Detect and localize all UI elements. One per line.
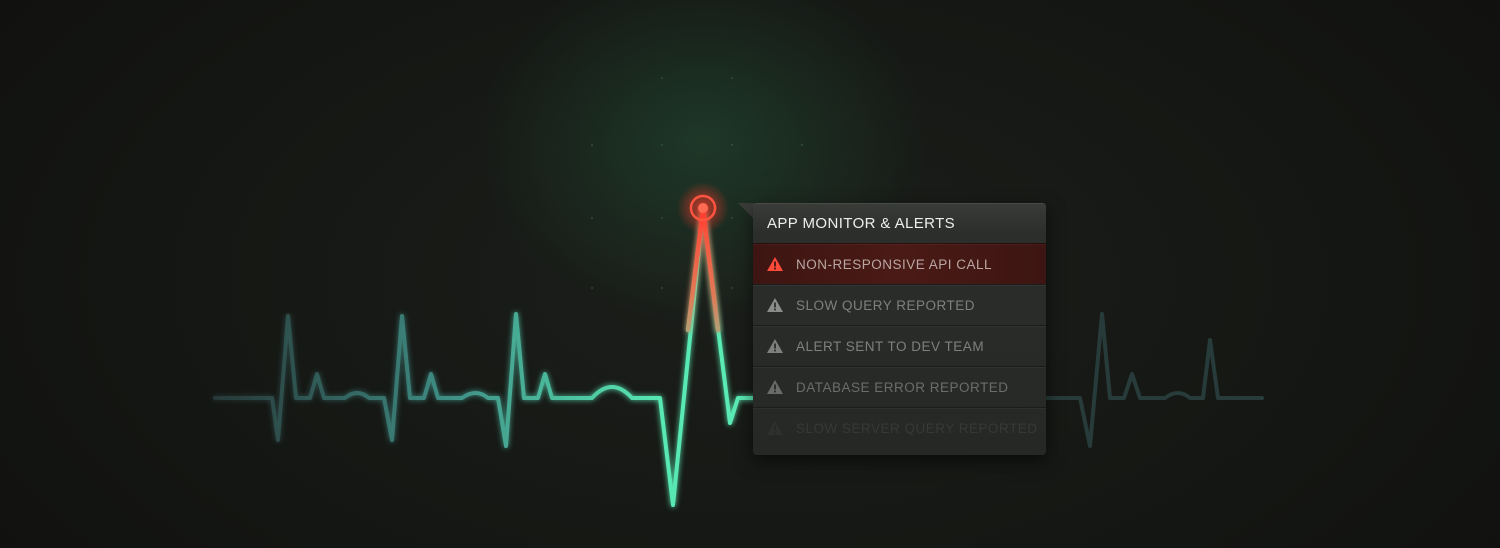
panel-title: APP MONITOR & ALERTS (767, 215, 956, 232)
warning-triangle-icon (767, 298, 783, 312)
warning-triangle-icon (767, 257, 783, 271)
warning-triangle-icon (767, 421, 783, 435)
alert-label: SLOW QUERY REPORTED (796, 298, 976, 313)
monitor-background: APP MONITOR & ALERTS NON-RESPONSIVE API … (0, 0, 1500, 548)
alert-item-non-responsive-api[interactable]: NON-RESPONSIVE API CALL (753, 243, 1046, 284)
wave-line (213, 208, 822, 507)
alert-item-slow-query[interactable]: SLOW QUERY REPORTED (753, 284, 1046, 325)
alert-label: DATABASE ERROR REPORTED (796, 380, 1009, 395)
alert-label: SLOW SERVER QUERY REPORTED (796, 421, 1038, 436)
warning-triangle-icon (767, 380, 783, 394)
alert-item-database-error[interactable]: DATABASE ERROR REPORTED (753, 366, 1046, 407)
heartbeat-wave (213, 182, 1264, 507)
alert-list: NON-RESPONSIVE API CALL SLOW QUERY REPOR… (753, 243, 1046, 448)
alert-item-slow-server-query[interactable]: SLOW SERVER QUERY REPORTED (753, 407, 1046, 448)
alert-label: NON-RESPONSIVE API CALL (796, 257, 993, 272)
alert-pulse-icon[interactable] (677, 182, 729, 234)
alert-label: ALERT SENT TO DEV TEAM (796, 339, 985, 354)
wave-line-right (1044, 312, 1264, 448)
alert-item-dev-team[interactable]: ALERT SENT TO DEV TEAM (753, 325, 1046, 366)
panel-pointer (738, 203, 754, 219)
warning-triangle-icon (767, 339, 783, 353)
alerts-panel: APP MONITOR & ALERTS NON-RESPONSIVE API … (753, 203, 1046, 455)
